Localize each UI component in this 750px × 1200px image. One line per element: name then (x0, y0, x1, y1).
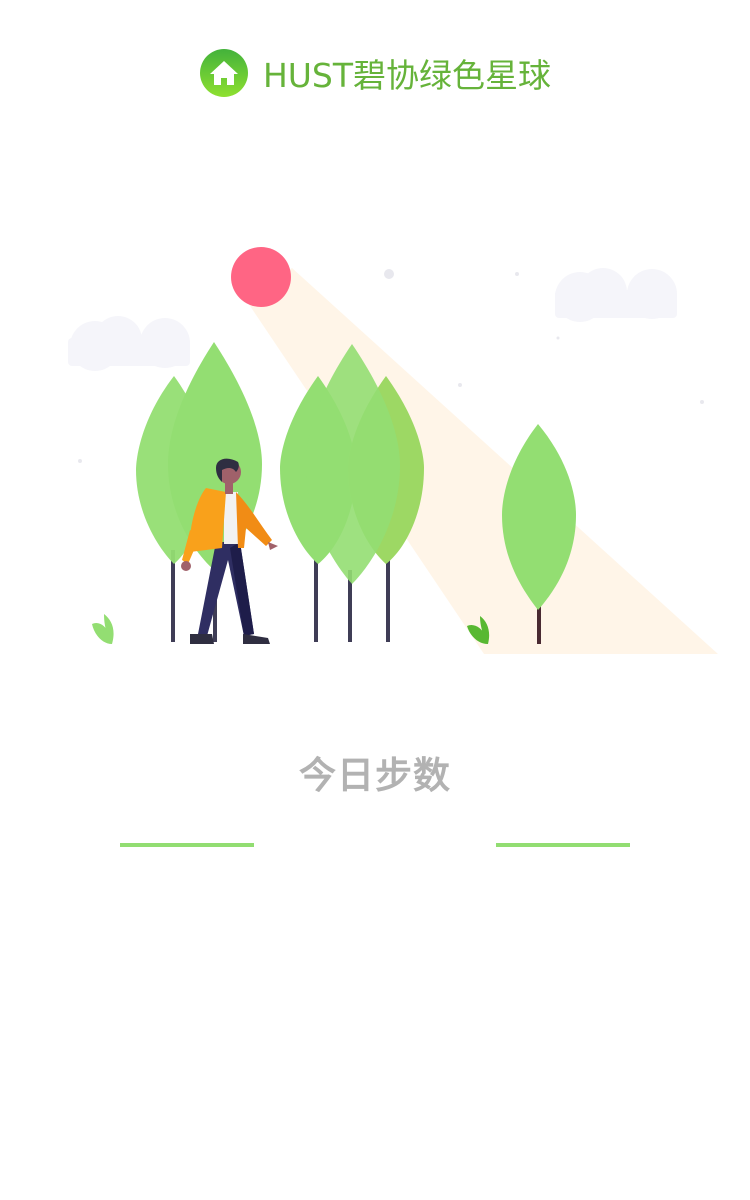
forest-walk-illustration (68, 247, 718, 654)
cloud-left-icon (68, 316, 190, 371)
home-icon (199, 49, 248, 97)
leaf-icon (92, 614, 114, 644)
app-title: HUST碧协绿色星球 (262, 56, 552, 95)
today-steps-title: 今日步数 (299, 754, 451, 797)
decorative-line-left (120, 843, 254, 847)
app-header: HUST碧协绿色星球 (0, 46, 750, 100)
cloud-right-icon (555, 268, 677, 322)
sun-icon (231, 247, 291, 307)
decorative-line-right (496, 843, 630, 847)
